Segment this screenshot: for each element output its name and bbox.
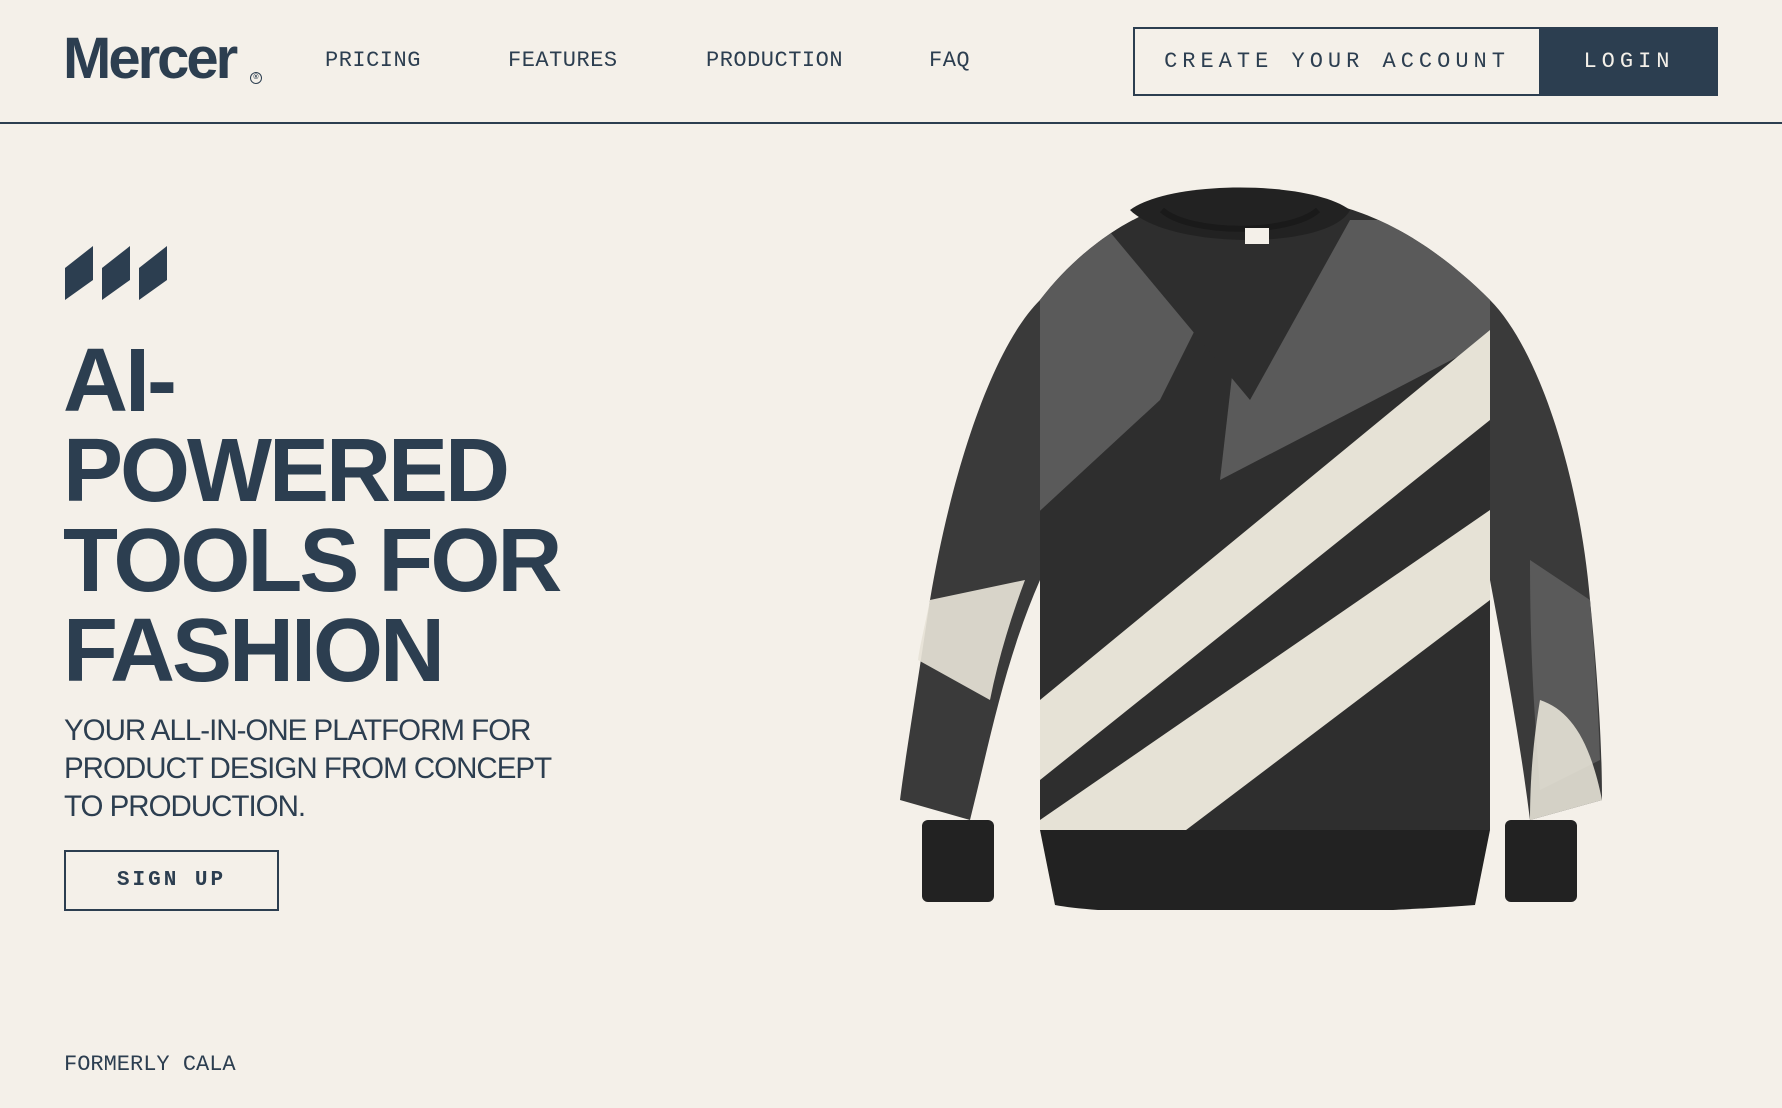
hero-title: AI- POWERED TOOLS FOR FASHION bbox=[63, 336, 663, 696]
hero-title-line: POWERED bbox=[63, 421, 510, 521]
site-header: Mercer ® PRICING FEATURES PRODUCTION FAQ… bbox=[0, 0, 1782, 124]
nav-faq[interactable]: FAQ bbox=[929, 48, 970, 73]
hem-band bbox=[1040, 830, 1490, 910]
hero-subtitle-line: TO PRODUCTION. bbox=[64, 790, 306, 823]
create-account-button[interactable]: CREATE YOUR ACCOUNT bbox=[1133, 27, 1541, 96]
hero-title-line: TOOLS FOR bbox=[63, 511, 562, 611]
sweater-body bbox=[1040, 202, 1490, 840]
registered-mark-icon: ® bbox=[250, 72, 262, 84]
left-cuff bbox=[922, 820, 994, 902]
right-cuff bbox=[1505, 820, 1577, 902]
hero-subtitle-line: YOUR ALL-IN-ONE PLATFORM FOR bbox=[64, 714, 531, 747]
nav-pricing[interactable]: PRICING bbox=[325, 48, 421, 73]
login-button[interactable]: LOGIN bbox=[1540, 27, 1718, 96]
sweatshirt-illustration bbox=[900, 187, 1602, 910]
left-sleeve bbox=[900, 300, 1040, 820]
signup-button[interactable]: SIGN UP bbox=[64, 850, 279, 911]
slanted-bars-logo-icon bbox=[65, 246, 167, 300]
hero-subtitle-line: PRODUCT DESIGN FROM CONCEPT bbox=[64, 752, 552, 785]
mercer-logo[interactable]: Mercer bbox=[63, 30, 238, 88]
hero-title-line: FASHION bbox=[63, 601, 445, 701]
nav-features[interactable]: FEATURES bbox=[508, 48, 618, 73]
garment-tag bbox=[1245, 228, 1269, 244]
hero-title-line: AI- bbox=[63, 331, 177, 431]
hero-subtitle: YOUR ALL-IN-ONE PLATFORM FOR PRODUCT DES… bbox=[64, 712, 584, 826]
nav-production[interactable]: PRODUCTION bbox=[706, 48, 843, 73]
formerly-note: FORMERLY CALA bbox=[64, 1052, 236, 1077]
